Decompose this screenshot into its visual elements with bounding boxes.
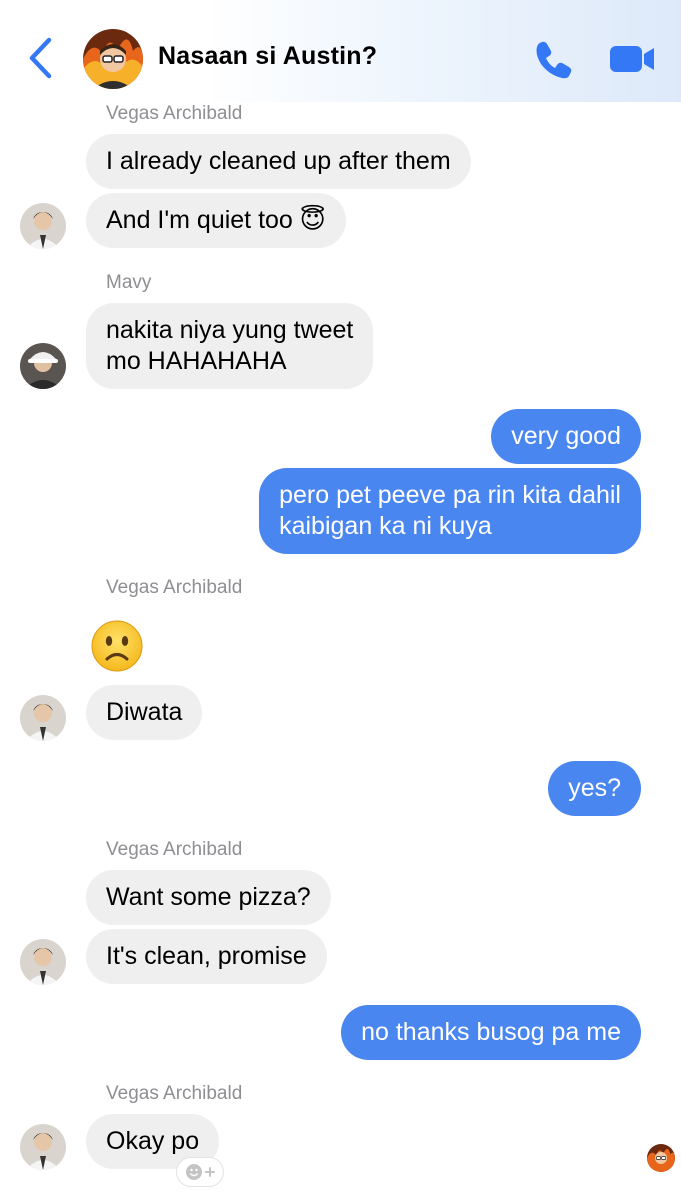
add-reaction-button[interactable] <box>176 1157 224 1187</box>
add-reaction-icon <box>186 1164 215 1180</box>
sender-name: Vegas Archibald <box>106 839 243 860</box>
outgoing-message[interactable]: very good <box>491 409 641 464</box>
frowning-face-icon[interactable] <box>90 619 144 673</box>
phone-icon <box>536 41 572 79</box>
sender-name: Vegas Archibald <box>106 103 243 124</box>
sender-name: Vegas Archibald <box>106 577 243 598</box>
chat-title[interactable]: Nasaan si Austin? <box>158 42 377 71</box>
message-line: nakita niya yung tweet <box>106 316 354 344</box>
outgoing-message[interactable]: no thanks busog pa me <box>341 1005 641 1060</box>
incoming-message[interactable]: It's clean, promise <box>86 929 327 984</box>
incoming-message[interactable]: And I'm quiet too 😇 <box>86 193 346 248</box>
message-line: mo HAHAHAHA <box>106 347 287 375</box>
outgoing-message[interactable]: pero pet peeve pa rin kita dahil kaibiga… <box>259 468 641 554</box>
sender-name: Vegas Archibald <box>106 1083 243 1104</box>
video-camera-icon <box>610 46 654 72</box>
avatar[interactable] <box>20 343 66 389</box>
incoming-message[interactable]: Diwata <box>86 685 203 740</box>
video-call-button[interactable] <box>608 42 656 76</box>
outgoing-message[interactable]: yes? <box>548 761 641 816</box>
incoming-message[interactable]: nakita niya yung tweet mo HAHAHAHA <box>86 303 374 389</box>
chevron-left-icon <box>29 37 52 79</box>
avatar[interactable] <box>20 203 66 249</box>
avatar[interactable] <box>20 695 66 741</box>
avatar[interactable] <box>20 939 66 985</box>
audio-call-button[interactable] <box>533 38 575 80</box>
sender-name: Mavy <box>106 272 152 293</box>
incoming-message[interactable]: Want some pizza? <box>86 870 331 925</box>
chat-header: Nasaan si Austin? <box>0 0 681 102</box>
message-line: kaibigan ka ni kuya <box>279 512 492 540</box>
group-avatar[interactable] <box>83 29 143 89</box>
message-line: pero pet peeve pa rin kita dahil <box>279 481 621 509</box>
incoming-message[interactable]: I already cleaned up after them <box>86 134 471 189</box>
read-receipt-avatar <box>647 1144 675 1172</box>
back-button[interactable] <box>24 36 58 80</box>
avatar[interactable] <box>20 1124 66 1170</box>
